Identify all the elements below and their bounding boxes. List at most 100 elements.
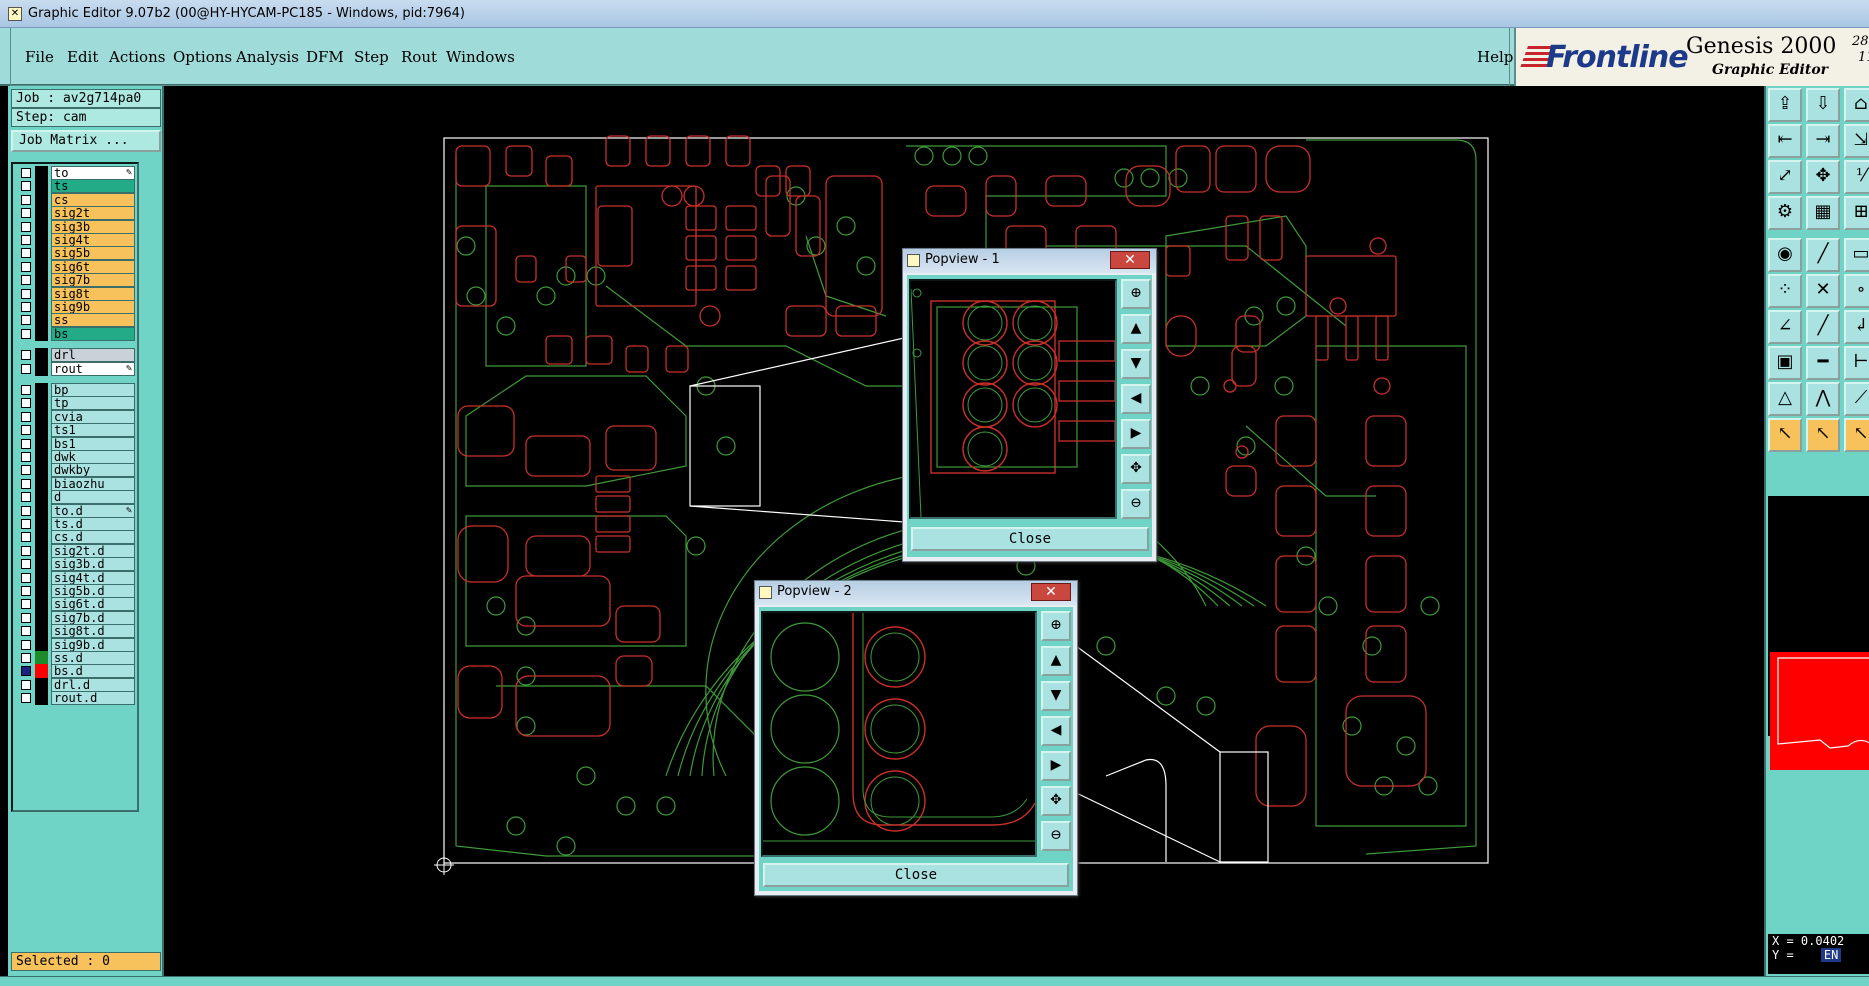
layer-row[interactable]: bs.d	[15, 664, 137, 679]
popview-pan-down-icon[interactable]: ▼	[1041, 681, 1071, 711]
layer-checkbox[interactable]	[21, 492, 31, 503]
layer-checkbox[interactable]	[21, 545, 31, 556]
popview-pan-right-icon[interactable]: ▶	[1121, 419, 1151, 449]
layer-checkbox[interactable]	[21, 586, 31, 596]
popview-2-close-icon[interactable]: ✕	[1031, 583, 1071, 601]
menu-analysis[interactable]: Analysis	[236, 48, 299, 66]
popview-pan-right-icon[interactable]: ▶	[1041, 751, 1071, 781]
layer-name[interactable]: sig9b.d	[51, 637, 135, 652]
popview-pan-left-icon[interactable]: ◀	[1041, 716, 1071, 746]
angle-icon[interactable]: ∠	[1768, 310, 1802, 344]
layer-row[interactable]: dwk	[15, 450, 137, 464]
popview-2-view[interactable]	[761, 611, 1037, 857]
layer-name[interactable]: bs1	[51, 436, 135, 451]
layer-checkbox[interactable]	[21, 505, 31, 516]
popview-zoom-out-icon[interactable]: ⊖	[1121, 489, 1151, 519]
layer-name[interactable]: sig2t	[51, 206, 135, 221]
layer-name[interactable]: to.d ✎	[51, 503, 135, 518]
layer-row[interactable]: dwkby	[15, 463, 137, 478]
layer-row[interactable]: sig6t	[15, 259, 137, 274]
mini-map[interactable]	[1770, 652, 1869, 770]
job-matrix-button[interactable]: Job Matrix ...	[11, 130, 161, 152]
layer-checkbox[interactable]	[21, 425, 31, 436]
popview-2-titlebar[interactable]: Popview - 2 ✕	[755, 581, 1077, 605]
layer-name[interactable]: sig3b.d	[51, 557, 135, 572]
node-icon[interactable]: ∘	[1844, 274, 1869, 308]
layer-row[interactable]: sig9b	[15, 300, 137, 314]
layer-checkbox[interactable]	[21, 350, 31, 361]
save-icon[interactable]: ⇪	[1768, 88, 1802, 122]
menu-file[interactable]: File	[25, 48, 54, 66]
layer-checkbox[interactable]	[21, 452, 31, 462]
layer-checkbox[interactable]	[21, 315, 31, 326]
layer-row[interactable]: ss.d	[15, 651, 137, 665]
layer-name[interactable]: cvia	[51, 409, 135, 424]
popview-2-window[interactable]: Popview - 2 ✕ ⊕ ▲ ▼ ◀ ▶ ✥ ⊖ Close	[754, 580, 1078, 896]
menu-actions[interactable]: Actions	[109, 48, 165, 66]
layer-checkbox[interactable]	[21, 612, 31, 623]
layer-row[interactable]: ts.d	[15, 517, 137, 531]
popview-zoom-in-icon[interactable]: ⊕	[1121, 279, 1151, 309]
layer-checkbox[interactable]	[21, 693, 31, 704]
popview-zoom-out-icon[interactable]: ⊖	[1041, 821, 1071, 851]
layer-name[interactable]: ts	[51, 179, 135, 194]
move-left-icon[interactable]: ⇤	[1768, 124, 1802, 158]
layer-checkbox[interactable]	[21, 626, 31, 637]
layer-checkbox[interactable]	[21, 181, 31, 192]
layer-checkbox[interactable]	[21, 599, 31, 610]
layer-checkbox[interactable]	[21, 385, 31, 395]
layer-checkbox[interactable]	[21, 275, 31, 286]
layer-name[interactable]: rout ✎	[51, 361, 135, 376]
layer-checkbox[interactable]	[21, 261, 31, 272]
select-box-icon[interactable]: ↖	[1806, 418, 1840, 452]
popview-pan-down-icon[interactable]: ▼	[1121, 349, 1151, 379]
menu-windows[interactable]: Windows	[446, 48, 515, 66]
menu-options[interactable]: Options	[173, 48, 232, 66]
layer-name[interactable]: biaozhu	[51, 476, 135, 491]
layer-checkbox[interactable]	[21, 465, 31, 476]
layer-row[interactable]: sig8t	[15, 286, 137, 301]
popview-1-close-icon[interactable]: ✕	[1110, 251, 1150, 269]
layer-checkbox[interactable]	[21, 438, 31, 449]
layer-name[interactable]: tp	[51, 396, 135, 411]
layer-checkbox[interactable]	[21, 302, 31, 312]
layer-row[interactable]: sig3b	[15, 219, 137, 234]
layer-checkbox[interactable]	[21, 194, 31, 205]
popview-1-titlebar[interactable]: Popview - 1 ✕	[903, 249, 1156, 273]
layer-name[interactable]: drl	[51, 348, 135, 363]
layer-name[interactable]: rout.d	[51, 691, 135, 706]
layer-name[interactable]: sig4t.d	[51, 570, 135, 585]
layer-row[interactable]: drl.d	[15, 677, 137, 692]
layer-name[interactable]: bs.d	[51, 664, 135, 679]
layer-row[interactable]: ss	[15, 313, 137, 328]
layer-name[interactable]: sig8t.d	[51, 624, 135, 639]
layer-checkbox[interactable]	[21, 519, 31, 529]
layer-checkbox[interactable]	[21, 208, 31, 219]
layer-row[interactable]: to ✎	[15, 166, 137, 180]
layer-name[interactable]: cs	[51, 192, 135, 207]
layer-row[interactable]: sig7b	[15, 273, 137, 288]
layer-name[interactable]: bs	[51, 326, 135, 341]
layer-row[interactable]: cs.d	[15, 530, 137, 545]
layer-checkbox[interactable]	[21, 532, 31, 543]
layer-row[interactable]: d	[15, 490, 137, 505]
layer-row[interactable]: sig4t.d	[15, 570, 137, 585]
layer-name[interactable]: drl.d	[51, 677, 135, 692]
layer-name[interactable]: d	[51, 490, 135, 505]
layer-name[interactable]: sig5b.d	[51, 584, 135, 598]
popview-1-view[interactable]	[909, 279, 1117, 519]
line-icon[interactable]: ╱	[1806, 238, 1840, 272]
layer-row[interactable]: ts1	[15, 423, 137, 438]
load-icon[interactable]: ⇩	[1806, 88, 1840, 122]
layer-row[interactable]: cvia	[15, 409, 137, 424]
menu-step[interactable]: Step	[354, 48, 389, 66]
popview-zoom-fit-icon[interactable]: ✥	[1041, 786, 1071, 816]
layer-row[interactable]: tp	[15, 396, 137, 411]
menu-dfm[interactable]: DFM	[306, 48, 344, 66]
menu-rout[interactable]: Rout	[401, 48, 437, 66]
move-right-icon[interactable]: ⇥	[1806, 124, 1840, 158]
layer-checkbox[interactable]	[21, 666, 31, 677]
bend-icon[interactable]: ↲	[1844, 310, 1869, 344]
layer-name[interactable]: sig4t	[51, 233, 135, 247]
layer-name[interactable]: ss	[51, 313, 135, 328]
